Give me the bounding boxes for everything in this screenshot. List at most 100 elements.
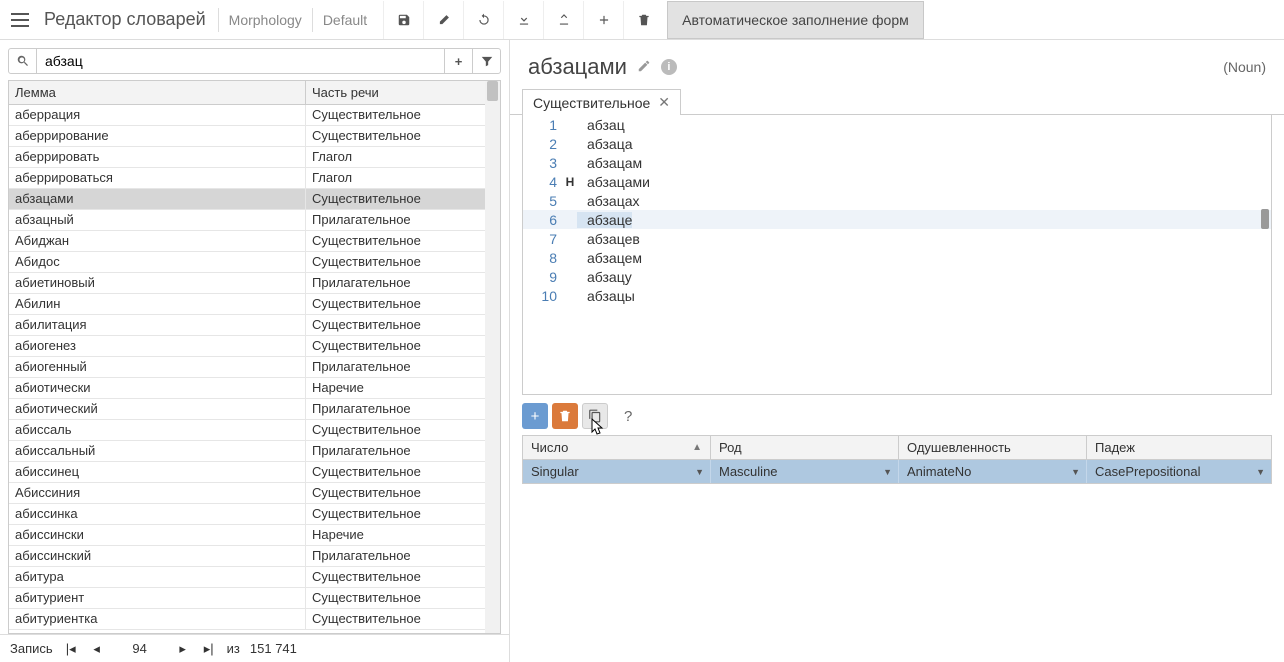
attr-col-gender[interactable]: Род — [711, 436, 899, 459]
close-icon[interactable]: ✕ — [658, 94, 670, 111]
table-row[interactable]: аберрированиеСуществительное — [9, 126, 500, 147]
form-row[interactable]: 4Набзацами — [523, 172, 1271, 191]
form-row[interactable]: 5абзацах — [523, 191, 1271, 210]
table-row[interactable]: абиссинскиНаречие — [9, 525, 500, 546]
table-row[interactable]: абзацамиСуществительное — [9, 189, 500, 210]
add-icon[interactable] — [583, 1, 623, 39]
attr-grid: Число▲ Род Одушевленность Падеж Singular… — [522, 435, 1272, 484]
erase-icon[interactable] — [423, 1, 463, 39]
grid-body[interactable]: аберрацияСуществительноеаберрированиеСущ… — [9, 105, 500, 634]
table-row[interactable]: абиотическиНаречие — [9, 378, 500, 399]
table-row[interactable]: абитуриенткаСуществительное — [9, 609, 500, 630]
pos-cell: Существительное — [306, 504, 500, 524]
attr-animacy-cell[interactable]: AnimateNo▼ — [899, 460, 1087, 483]
grid-header: Лемма Часть речи — [9, 81, 500, 105]
pos-cell: Существительное — [306, 483, 500, 503]
upload-icon[interactable] — [543, 1, 583, 39]
search-input[interactable] — [37, 49, 444, 73]
table-row[interactable]: аберрироватьГлагол — [9, 147, 500, 168]
form-word: абзаца — [577, 136, 633, 152]
table-row[interactable]: абитуриентСуществительное — [9, 588, 500, 609]
table-row[interactable]: АбидосСуществительное — [9, 252, 500, 273]
attr-add-button[interactable]: + — [522, 403, 548, 429]
forms-list[interactable]: 1абзац 2 абзаца3абзацам4Набзацами5абзацах6… — [522, 115, 1272, 395]
pos-cell: Существительное — [306, 294, 500, 314]
table-row[interactable]: абилитацияСуществительное — [9, 315, 500, 336]
attr-copy-button[interactable] — [582, 403, 608, 429]
form-word: абзацу — [577, 269, 632, 285]
attr-col-animacy[interactable]: Одушевленность — [899, 436, 1087, 459]
form-word: абзаце — [577, 212, 632, 228]
refresh-icon[interactable] — [463, 1, 503, 39]
table-row[interactable]: абиссальныйПрилагательное — [9, 441, 500, 462]
attr-case-cell[interactable]: CasePrepositional▼ — [1087, 460, 1271, 483]
table-row[interactable]: абиссинецСуществительное — [9, 462, 500, 483]
lemma-cell: абиссинский — [9, 546, 306, 566]
left-pane: + Лемма Часть речи аберрацияСуществитель… — [0, 40, 510, 662]
save-icon[interactable] — [383, 1, 423, 39]
attr-number-cell[interactable]: Singular▼ — [523, 460, 711, 483]
form-row[interactable]: 8абзацем — [523, 248, 1271, 267]
grid-scrollbar[interactable] — [485, 81, 500, 633]
tab-noun[interactable]: Существительное ✕ — [522, 89, 681, 115]
form-row[interactable]: 1абзац — [523, 115, 1271, 134]
lemma-cell: абитуриентка — [9, 609, 306, 629]
lemma-cell: абиссаль — [9, 420, 306, 440]
table-row[interactable]: абиотическийПрилагательное — [9, 399, 500, 420]
column-pos[interactable]: Часть речи — [306, 81, 500, 104]
edit-icon[interactable] — [637, 59, 651, 76]
table-row[interactable]: абиссинскийПрилагательное — [9, 546, 500, 567]
autofill-forms-tab[interactable]: Автоматическое заполнение форм — [667, 1, 924, 39]
table-row[interactable]: абитураСуществительное — [9, 567, 500, 588]
pager-prev-icon[interactable]: ◂ — [89, 641, 105, 657]
pager-last-icon[interactable]: ▸| — [201, 641, 217, 657]
attr-row[interactable]: Singular▼ Masculine▼ AnimateNo▼ CasePrep… — [523, 460, 1271, 483]
breadcrumb-morphology[interactable]: Morphology — [218, 8, 312, 32]
form-row[interactable]: 3абзацам — [523, 153, 1271, 172]
form-row[interactable]: 6абзаце — [523, 210, 1271, 229]
table-row[interactable]: аберрацияСуществительное — [9, 105, 500, 126]
column-lemma[interactable]: Лемма — [9, 81, 306, 104]
breadcrumb-default[interactable]: Default — [312, 8, 377, 32]
add-entry-button[interactable]: + — [444, 49, 472, 73]
lemma-grid: Лемма Часть речи аберрацияСуществительно… — [8, 80, 501, 634]
form-row[interactable]: 7абзацев — [523, 229, 1271, 248]
table-row[interactable]: абиогенныйПрилагательное — [9, 357, 500, 378]
pager-first-icon[interactable]: |◂ — [63, 641, 79, 657]
pos-cell: Существительное — [306, 105, 500, 125]
table-row[interactable]: аберрироватьсяГлагол — [9, 168, 500, 189]
form-word: абзацам — [577, 155, 642, 171]
table-row[interactable]: АбиссинияСуществительное — [9, 483, 500, 504]
help-icon[interactable]: ? — [624, 408, 632, 425]
form-row[interactable]: 10абзацы — [523, 286, 1271, 305]
download-icon[interactable] — [503, 1, 543, 39]
form-row[interactable]: 2 абзаца — [523, 134, 1271, 153]
attr-col-number[interactable]: Число▲ — [523, 436, 711, 459]
info-icon[interactable]: i — [661, 59, 677, 75]
chevron-down-icon: ▼ — [695, 467, 704, 477]
attr-gender-cell[interactable]: Masculine▼ — [711, 460, 899, 483]
table-row[interactable]: абиссинкаСуществительное — [9, 504, 500, 525]
filter-button[interactable] — [472, 49, 500, 73]
attr-col-case[interactable]: Падеж — [1087, 436, 1271, 459]
line-number: 2 — [523, 136, 563, 152]
pos-cell: Существительное — [306, 126, 500, 146]
pager-next-icon[interactable]: ▸ — [175, 641, 191, 657]
pager-page[interactable]: 94 — [115, 641, 165, 656]
attr-delete-button[interactable] — [552, 403, 578, 429]
search-icon[interactable] — [9, 49, 37, 73]
form-row[interactable]: 9абзацу — [523, 267, 1271, 286]
forms-scroll-indicator[interactable] — [1261, 209, 1269, 229]
table-row[interactable]: абиогенезСуществительное — [9, 336, 500, 357]
table-row[interactable]: АбилинСуществительное — [9, 294, 500, 315]
table-row[interactable]: АбиджанСуществительное — [9, 231, 500, 252]
table-row[interactable]: абзацныйПрилагательное — [9, 210, 500, 231]
delete-icon[interactable] — [623, 1, 663, 39]
table-row[interactable]: абиссальСуществительное — [9, 420, 500, 441]
lemma-cell: абиссинец — [9, 462, 306, 482]
app-title: Редактор словарей — [44, 9, 206, 30]
top-toolbar: Редактор словарей Morphology Default Авт… — [0, 0, 1284, 40]
menu-icon[interactable] — [6, 6, 34, 34]
lemma-cell: абиссинка — [9, 504, 306, 524]
table-row[interactable]: абиетиновыйПрилагательное — [9, 273, 500, 294]
